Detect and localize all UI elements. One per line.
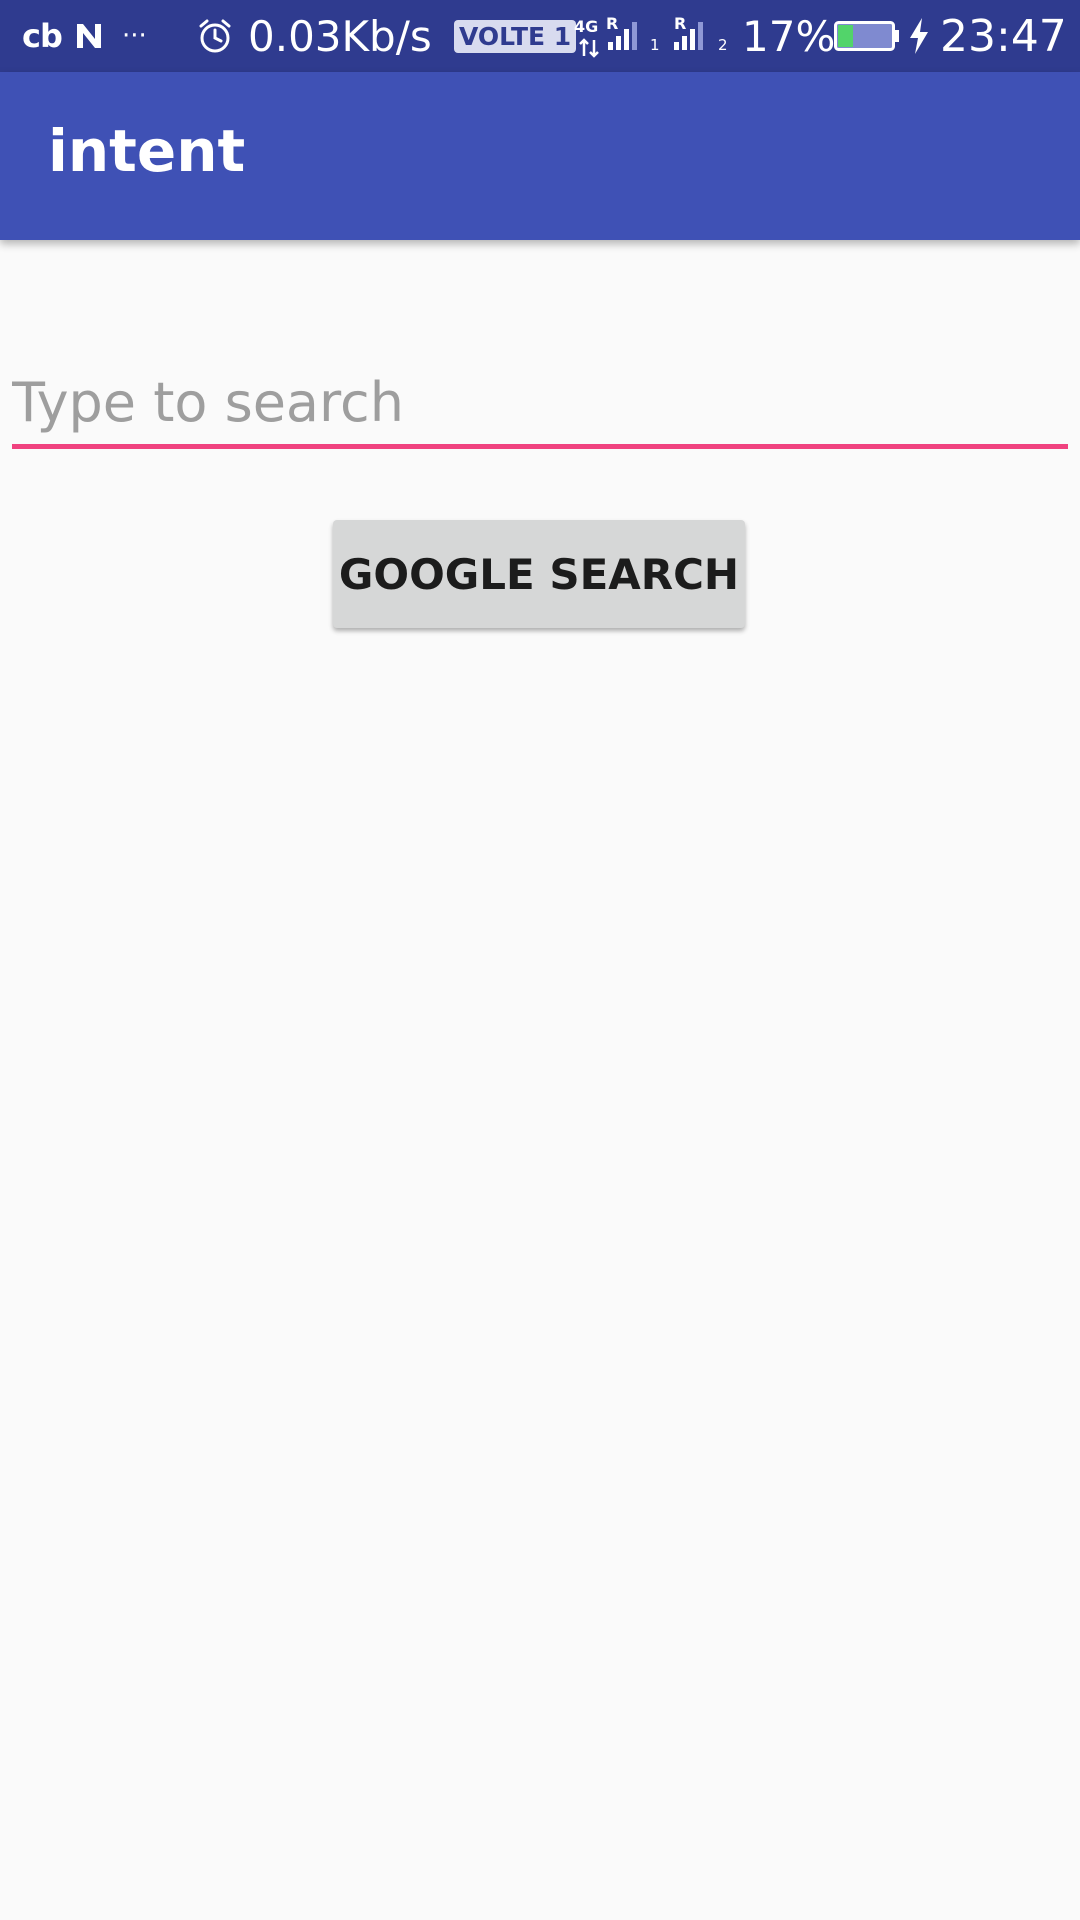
sim-label-2: 2 (718, 36, 728, 54)
battery-icon (834, 0, 900, 72)
battery-fill (838, 25, 854, 47)
battery-percent-label: 17% (742, 11, 836, 61)
clock: 23:47 (940, 0, 1067, 72)
search-underline (12, 444, 1068, 449)
network-speed: 0.03Kb/s (248, 0, 432, 72)
network-speed-label: 0.03Kb/s (248, 11, 432, 61)
app-title: intent (48, 117, 246, 185)
signal-icon-sim1: R 1 (606, 0, 660, 72)
more-indicator-label: ··· (122, 21, 147, 51)
signal-icon-sim2: R 2 (672, 0, 728, 72)
alarm-icon (196, 0, 234, 72)
carrier-badge: cb (22, 0, 63, 72)
volte-badge: VOLTE 1 (454, 0, 577, 72)
status-bar: cb ··· 0.03Kb/s VOLTE 1 4G R 1 R 2 17% 2… (0, 0, 1080, 72)
carrier-badge-label: cb (22, 17, 63, 55)
search-input[interactable] (12, 358, 1068, 446)
google-search-button[interactable]: GOOGLE SEARCH (333, 520, 745, 628)
volte-badge-label: VOLTE 1 (454, 19, 577, 53)
sim-label-1: 1 (650, 36, 660, 54)
app-bar: intent (0, 72, 1080, 240)
more-indicator: ··· (122, 0, 147, 72)
clock-label: 23:47 (940, 10, 1067, 62)
charging-icon (908, 0, 930, 72)
search-field (12, 358, 1068, 454)
battery-percent: 17% (742, 0, 835, 72)
n-icon (74, 0, 104, 72)
